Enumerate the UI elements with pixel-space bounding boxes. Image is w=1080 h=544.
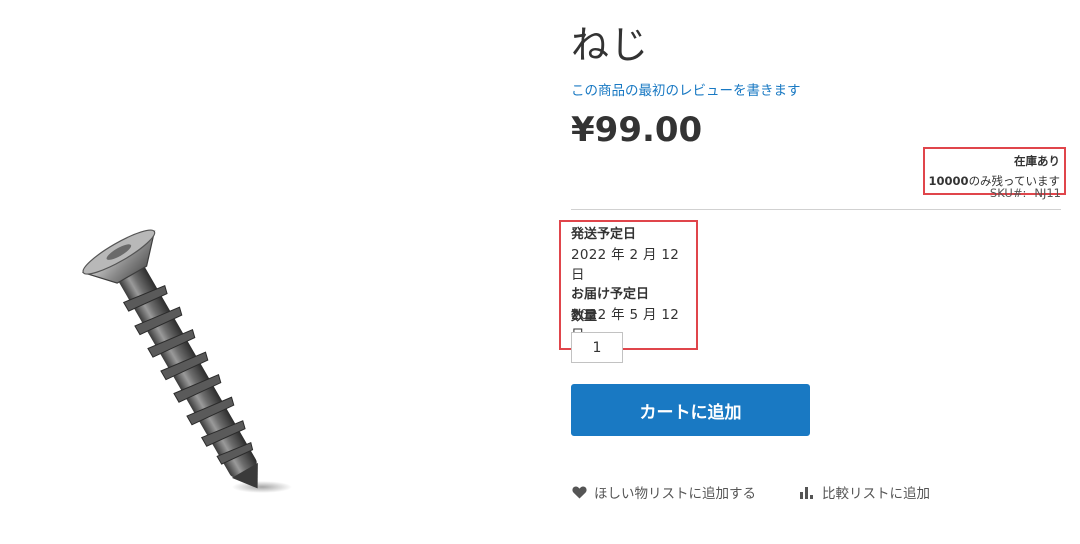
add-to-wishlist-link[interactable]: ほしい物リストに追加する [572, 482, 756, 502]
shipping-dates-box: 発送予定日 2022 年 2 月 12 日 お届け予定日 2022 年 5 月 … [559, 220, 698, 350]
delivery-date-heading: お届け予定日 [571, 287, 650, 302]
sku: SKU#: NJ11 [990, 186, 1061, 200]
screw-image [81, 229, 292, 493]
product-price: ¥99.00 [571, 110, 703, 150]
product-title: ねじ [571, 23, 650, 67]
bar-chart-icon [800, 486, 813, 499]
add-to-cart-button[interactable]: カートに追加 [571, 384, 810, 436]
wishlist-label: ほしい物リストに追加する [594, 486, 756, 502]
write-review-link[interactable]: この商品の最初のレビューを書きます [571, 79, 801, 99]
stock-qty: 10000 [928, 174, 969, 188]
divider [571, 209, 1061, 210]
ship-date: 2022 年 2 月 12 日 [571, 247, 680, 283]
quantity-label: 数量 [571, 309, 598, 324]
product-image [0, 0, 540, 544]
ship-date-heading: 発送予定日 [571, 227, 637, 242]
compare-label: 比較リストに追加 [822, 486, 930, 502]
heart-icon [572, 486, 587, 498]
stock-status: 在庫あり [1014, 154, 1060, 168]
sku-value: NJ11 [1034, 186, 1061, 200]
add-to-compare-link[interactable]: 比較リストに追加 [799, 482, 930, 502]
quantity-input[interactable] [571, 332, 623, 363]
sku-label: SKU#: [989, 186, 1027, 200]
product-info: ねじ この商品の最初のレビューを書きます ¥99.00 在庫あり 10000のみ… [559, 0, 1066, 544]
